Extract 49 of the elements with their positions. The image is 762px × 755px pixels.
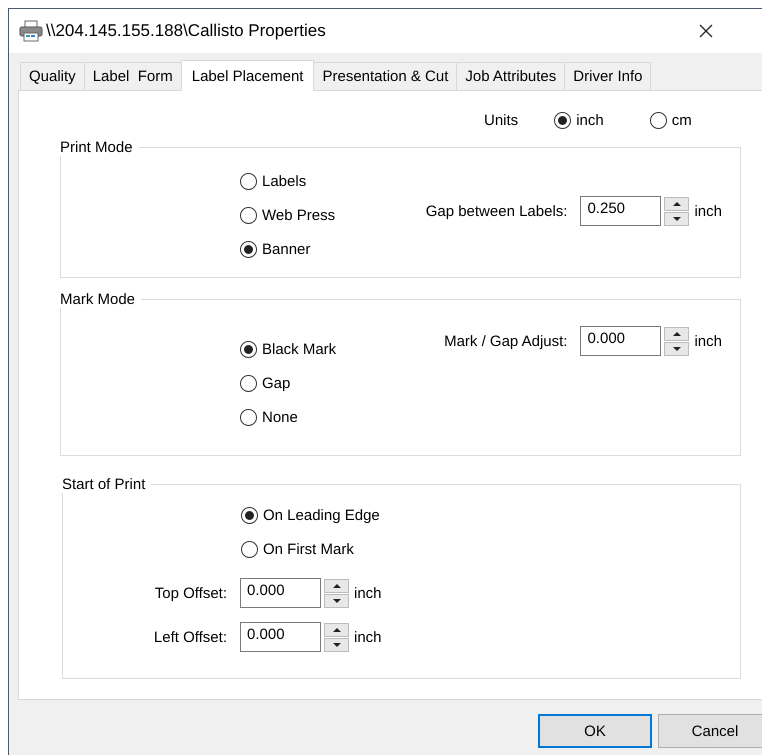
radio-option[interactable]: On Leading Edge	[241, 498, 380, 532]
radio-circle[interactable]	[650, 112, 667, 128]
radio-option[interactable]: On First Mark	[241, 532, 354, 566]
unit-label: inch	[354, 584, 382, 602]
units-label: Units	[484, 112, 518, 128]
spin-up-button[interactable]	[664, 326, 690, 340]
field-label: Gap between Labels:	[426, 202, 568, 220]
spin-up-button[interactable]	[324, 622, 349, 636]
spin-down-button[interactable]	[324, 638, 349, 652]
field-label: Mark / Gap Adjust:	[444, 332, 568, 350]
spin-up-button[interactable]	[664, 196, 690, 210]
unit-label: inch	[354, 628, 382, 646]
radio-option[interactable]: Gap	[240, 366, 290, 400]
number-field[interactable]: 0.000	[240, 578, 321, 608]
unit-label: inch	[694, 202, 722, 220]
unit-label: inch	[694, 332, 722, 350]
radio-circle[interactable]	[240, 374, 257, 392]
number-field[interactable]: 0.000	[240, 622, 321, 652]
spin-down-button[interactable]	[664, 342, 690, 356]
number-field[interactable]: 0.250	[580, 196, 662, 226]
tab[interactable]: Driver Info	[564, 62, 652, 90]
radio-option[interactable]: cm	[650, 108, 692, 132]
close-icon[interactable]	[699, 24, 713, 38]
radio-option[interactable]: Web Press	[240, 198, 336, 232]
radio-circle[interactable]	[241, 540, 258, 558]
radio-option[interactable]: Banner	[240, 232, 310, 266]
field-label: Left Offset:	[152, 628, 227, 646]
radio-circle[interactable]	[240, 340, 257, 358]
radio-option[interactable]: Labels	[240, 164, 306, 198]
spin-down-button[interactable]	[664, 212, 690, 226]
dialog-button[interactable]: Cancel	[658, 714, 762, 748]
printer-icon	[19, 20, 43, 42]
radio-circle[interactable]	[240, 172, 257, 190]
tab[interactable]: Quality	[20, 62, 85, 90]
number-field[interactable]: 0.000	[580, 326, 662, 356]
radio-option[interactable]: inch	[554, 108, 604, 132]
spin-up-button[interactable]	[324, 578, 349, 592]
field-label: Top Offset:	[154, 584, 227, 602]
radio-circle[interactable]	[554, 112, 572, 128]
radio-option[interactable]: None	[240, 400, 298, 434]
radio-circle[interactable]	[240, 240, 257, 258]
radio-circle[interactable]	[240, 206, 257, 224]
spin-down-button[interactable]	[324, 594, 349, 608]
radio-circle[interactable]	[241, 506, 258, 524]
radio-option[interactable]: Black Mark	[240, 332, 336, 366]
radio-circle[interactable]	[240, 408, 257, 426]
window-title: \\204.145.155.188\Callisto Properties	[46, 21, 326, 41]
tab[interactable]: Label Placement	[180, 60, 314, 91]
dialog-button[interactable]: OK	[538, 714, 652, 748]
